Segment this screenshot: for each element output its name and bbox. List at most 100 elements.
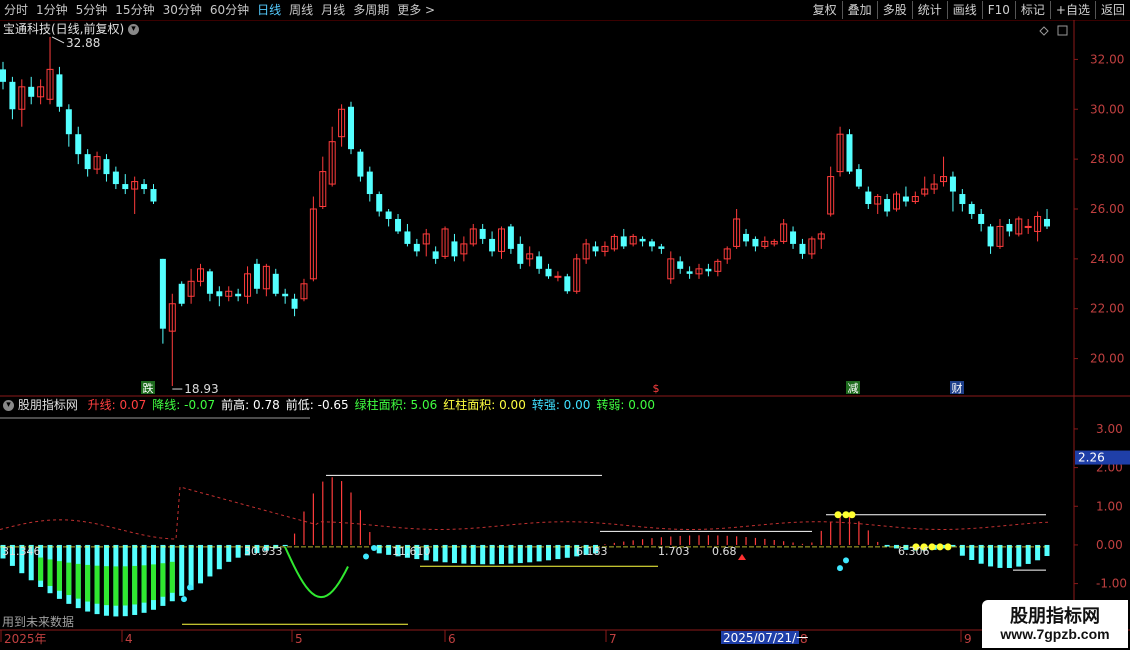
signal-dot — [944, 543, 952, 551]
chevron-down-icon[interactable]: ▾ — [3, 400, 14, 411]
hist-bar-green — [94, 565, 100, 604]
candle-body-down — [272, 273, 279, 294]
candle-body-down — [253, 263, 260, 289]
inline-label-4: 1.703 — [658, 545, 690, 558]
candle-body-up — [554, 275, 562, 278]
candle-body-down — [56, 74, 63, 107]
hist-bar-down — [1016, 544, 1022, 567]
candle-body-down — [451, 241, 458, 257]
hist-bar-down — [508, 544, 514, 564]
candle-body-down — [75, 134, 82, 155]
hist-bar-down — [451, 544, 457, 564]
candle-body-down — [413, 243, 420, 252]
hist-bar-down — [978, 544, 984, 564]
hist-bar-down — [517, 544, 523, 564]
indicator-name: 股朋指标网 — [17, 398, 78, 412]
signal-dot — [928, 543, 936, 551]
candle-body-down — [366, 171, 373, 195]
candle-body-down — [159, 258, 166, 329]
inline-label-0: 31.346 — [2, 545, 41, 558]
candle-body-down — [9, 81, 16, 110]
signal-dot — [363, 553, 369, 560]
signal-dot — [936, 543, 944, 551]
candle-body-down — [395, 218, 402, 232]
candle-body-down — [479, 228, 486, 239]
signal-dot — [848, 511, 856, 519]
candle-body-down — [150, 189, 157, 202]
candle-body-down — [141, 184, 148, 190]
hist-bar-green — [150, 564, 156, 601]
indicator-param-2: 前高: 0.78 — [221, 398, 280, 412]
inline-label-6: 6.306 — [898, 545, 930, 558]
inline-label-2: 11.610 — [392, 545, 431, 558]
hist-bar-down — [433, 544, 439, 562]
ind-tick-label: 0.00 — [1096, 538, 1123, 552]
candle-body-down — [855, 169, 862, 187]
hist-bar-green — [38, 557, 44, 581]
watermark-title: 股朋指标网 — [1010, 606, 1100, 627]
hist-bar-green — [122, 566, 128, 606]
signal-dot — [837, 565, 843, 572]
candle-body-down — [282, 293, 289, 297]
candle-body-down — [206, 271, 213, 294]
hist-bar-down — [376, 544, 382, 554]
inline-label-3: 6.183 — [576, 545, 608, 558]
candle-body-down — [216, 291, 223, 297]
stock-name-label: 宝通科技(日线,前复权) — [3, 22, 125, 36]
price-tick-label: 32.00 — [1090, 52, 1124, 66]
candle-body-down — [404, 231, 411, 244]
indicator-param-0: 升线: 0.07 — [87, 398, 147, 412]
candle-body-down — [686, 271, 693, 274]
date-label-2: 5 — [295, 632, 303, 646]
green-wave — [284, 546, 349, 599]
hist-bar-down — [480, 544, 486, 565]
hist-bar-down — [179, 544, 185, 596]
candle-body-down — [658, 246, 665, 249]
event-marker-0: 跌 — [143, 381, 154, 395]
cursor-date: 2025/07/21/一 — [723, 631, 808, 645]
event-marker-1: $ — [653, 382, 660, 395]
hist-bar-down — [188, 544, 194, 590]
candle-body-down — [0, 69, 6, 82]
kline-chart[interactable]: 32.00 30.00 28.00 26.00 24.00 22.00 20.00 32.88… — [0, 0, 1130, 650]
envelope-line — [0, 486, 1049, 540]
hist-bar-down — [884, 544, 890, 547]
signal-dot — [842, 511, 850, 519]
window-icon — [1057, 25, 1068, 36]
candle-body-down — [902, 196, 909, 202]
hist-bar-green — [85, 564, 91, 602]
signal-dot — [181, 596, 187, 603]
inline-label-5: 0.68 — [712, 545, 737, 558]
candle-body-down — [517, 243, 524, 264]
ind-tick-label: 1.00 — [1096, 499, 1123, 513]
hist-bar-green — [103, 566, 109, 606]
indicator-param-5: 红柱面积: 0.00 — [443, 398, 526, 412]
candle-body-down — [987, 226, 994, 247]
current-value-label: 2.26 — [1078, 451, 1105, 465]
candle-body-down — [592, 246, 599, 252]
candle-body-down — [884, 199, 891, 212]
hist-bar-down — [216, 544, 222, 570]
chevron-down-icon[interactable]: ▾ — [128, 24, 140, 35]
candle-body-down — [28, 86, 35, 97]
hist-bar-down — [207, 544, 213, 577]
up-arrow-icon — [738, 554, 746, 560]
watermark-url: www.7gpzb.com — [1000, 626, 1110, 642]
signal-dot — [187, 584, 193, 591]
candle-body-down — [357, 151, 364, 177]
ind-tick-label: 3.00 — [1096, 422, 1123, 436]
indicator-param-4: 绿柱面积: 5.06 — [354, 398, 438, 412]
candle-body-down — [978, 213, 985, 224]
hist-bar-green — [132, 565, 138, 605]
ind-tick-label: -1.00 — [1096, 577, 1127, 591]
date-label-3: 6 — [448, 632, 456, 646]
candle-body-down — [122, 184, 129, 190]
hist-bar-down — [198, 544, 204, 584]
signal-dot — [371, 545, 377, 552]
stock-title: 宝通科技(日线,前复权) ▾ — [3, 22, 140, 36]
hist-bar-green — [66, 562, 72, 596]
event-marker-2: 减 — [848, 382, 859, 395]
hist-bar-down — [1025, 544, 1031, 564]
hist-bar-green — [113, 566, 119, 606]
candle-body-down — [489, 238, 496, 252]
